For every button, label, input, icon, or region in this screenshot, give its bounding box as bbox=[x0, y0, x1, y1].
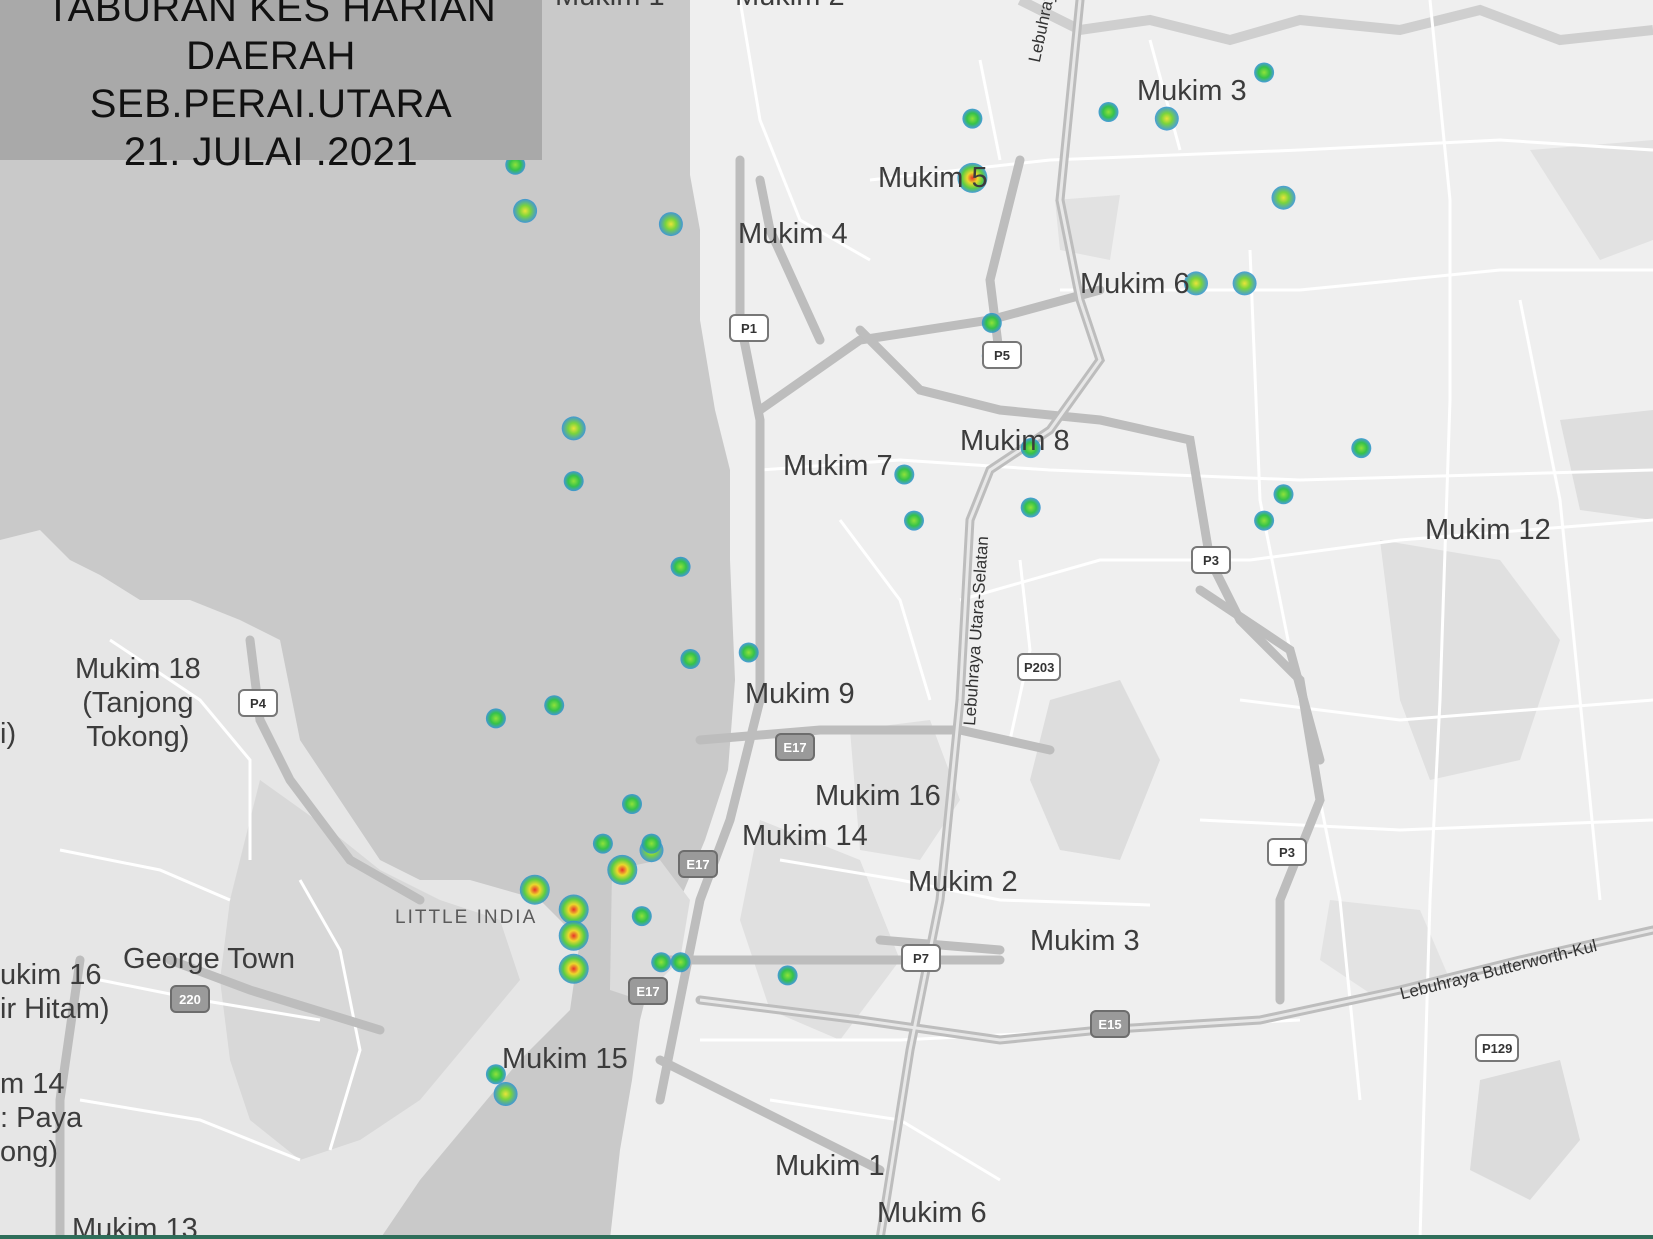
label-george-town: George Town bbox=[123, 943, 295, 975]
case-point-33 bbox=[558, 894, 589, 925]
map-container[interactable]: TABURAN KES HARIAN DAERAH SEB.PERAI.UTAR… bbox=[0, 0, 1653, 1239]
case-point-32 bbox=[519, 874, 550, 905]
road-shield-220: 220 bbox=[170, 985, 210, 1013]
case-point-36 bbox=[631, 906, 652, 927]
case-point-16 bbox=[894, 464, 915, 485]
case-point-27 bbox=[485, 708, 506, 729]
base-map[interactable] bbox=[0, 0, 1653, 1239]
case-point-7 bbox=[1154, 106, 1179, 131]
title-line-1: TABURAN KES HARIAN bbox=[45, 0, 497, 30]
road-shield-p1: P1 bbox=[729, 314, 769, 342]
label-mukim-9: Mukim 9 bbox=[745, 678, 855, 710]
label-mukim-14-west-line2: : Paya bbox=[0, 1102, 83, 1134]
label-mukim-1-top: Mukim 1 bbox=[555, 0, 665, 13]
case-point-17 bbox=[904, 510, 924, 531]
case-point-2 bbox=[513, 198, 538, 223]
case-point-29 bbox=[592, 833, 613, 854]
case-point-38 bbox=[651, 952, 672, 973]
label-mukim-15: Mukim 15 bbox=[502, 1043, 628, 1075]
label-mukim-5: Mukim 5 bbox=[878, 162, 988, 194]
bottom-frame-line bbox=[0, 1235, 1653, 1239]
case-point-22 bbox=[1254, 510, 1275, 531]
label-mukim-16-west: ukim 16 ir Hitam) bbox=[0, 958, 110, 1026]
label-mukim-18-line1: Mukim 18 bbox=[75, 653, 201, 685]
label-mukim-3-south: Mukim 3 bbox=[1030, 925, 1140, 957]
label-mukim-16-west-line1: ukim 16 bbox=[0, 959, 102, 991]
label-mukim-6-north: Mukim 6 bbox=[1080, 268, 1190, 300]
road-shield-p3-north: P3 bbox=[1191, 546, 1231, 574]
label-mukim-18-line2: (Tanjong bbox=[82, 687, 194, 719]
title-line-3: 21. JULAI .2021 bbox=[123, 130, 419, 174]
road-shield-p7: P7 bbox=[901, 944, 941, 972]
case-point-15 bbox=[563, 471, 584, 492]
case-point-23 bbox=[670, 556, 691, 577]
road-shield-e17-south: E17 bbox=[628, 977, 668, 1005]
case-point-26 bbox=[544, 695, 565, 716]
label-west-edge: i) bbox=[0, 718, 17, 750]
label-mukim-14-east: Mukim 14 bbox=[742, 820, 868, 852]
road-shield-p4: P4 bbox=[238, 689, 278, 717]
label-mukim-14-west: m 14 : Paya ong) bbox=[0, 1067, 82, 1169]
case-point-14 bbox=[561, 416, 586, 441]
case-point-37 bbox=[641, 833, 662, 854]
road-shield-p203: P203 bbox=[1017, 653, 1062, 681]
label-mukim-3-north: Mukim 3 bbox=[1137, 75, 1247, 107]
case-point-40 bbox=[777, 965, 798, 986]
label-mukim-8: Mukim 8 bbox=[960, 425, 1070, 457]
road-shield-e17-mid: E17 bbox=[678, 850, 718, 878]
label-mukim-14-west-line3: ong) bbox=[0, 1136, 59, 1168]
case-point-25 bbox=[738, 642, 759, 663]
case-point-42 bbox=[493, 1082, 518, 1106]
case-point-20 bbox=[1351, 438, 1372, 459]
case-point-21 bbox=[1273, 484, 1294, 505]
label-mukim-2-south: Mukim 2 bbox=[908, 866, 1018, 898]
case-point-8 bbox=[1254, 62, 1275, 83]
case-point-4 bbox=[962, 108, 983, 129]
road-shield-e17-north: E17 bbox=[775, 733, 815, 761]
case-point-10 bbox=[1232, 271, 1257, 296]
case-point-12 bbox=[981, 312, 1002, 333]
label-mukim-18-line3: Tokong) bbox=[86, 721, 190, 753]
case-point-24 bbox=[680, 649, 701, 669]
label-mukim-2-top: Mukim 2 bbox=[735, 0, 845, 13]
label-little-india: LITTLE INDIA bbox=[395, 907, 538, 928]
road-shield-p129: P129 bbox=[1475, 1034, 1520, 1062]
label-mukim-1-south: Mukim 1 bbox=[775, 1150, 885, 1182]
title-line-2: DAERAH SEB.PERAI.UTARA bbox=[89, 34, 453, 126]
map-title-box: TABURAN KES HARIAN DAERAH SEB.PERAI.UTAR… bbox=[0, 0, 542, 174]
case-point-6 bbox=[1098, 102, 1119, 122]
label-mukim-4: Mukim 4 bbox=[738, 218, 848, 250]
road-shield-e15: E15 bbox=[1090, 1010, 1130, 1038]
label-mukim-14-west-line1: m 14 bbox=[0, 1068, 65, 1100]
road-shield-p5: P5 bbox=[982, 341, 1022, 369]
case-point-30 bbox=[607, 854, 638, 885]
case-point-9 bbox=[1271, 185, 1296, 210]
case-point-19 bbox=[1020, 497, 1041, 518]
case-point-3 bbox=[658, 212, 683, 237]
label-mukim-16-west-line2: ir Hitam) bbox=[0, 993, 110, 1025]
road-shield-p3-south: P3 bbox=[1267, 838, 1307, 866]
case-point-28 bbox=[622, 794, 642, 814]
case-point-35 bbox=[558, 953, 589, 984]
label-mukim-7: Mukim 7 bbox=[783, 450, 893, 482]
case-point-39 bbox=[670, 952, 691, 973]
case-point-34 bbox=[558, 920, 589, 951]
label-mukim-6-south: Mukim 6 bbox=[877, 1197, 987, 1229]
label-mukim-16-east: Mukim 16 bbox=[815, 780, 941, 812]
label-mukim-12: Mukim 12 bbox=[1425, 514, 1551, 546]
label-mukim-18: Mukim 18 (Tanjong Tokong) bbox=[75, 652, 201, 754]
